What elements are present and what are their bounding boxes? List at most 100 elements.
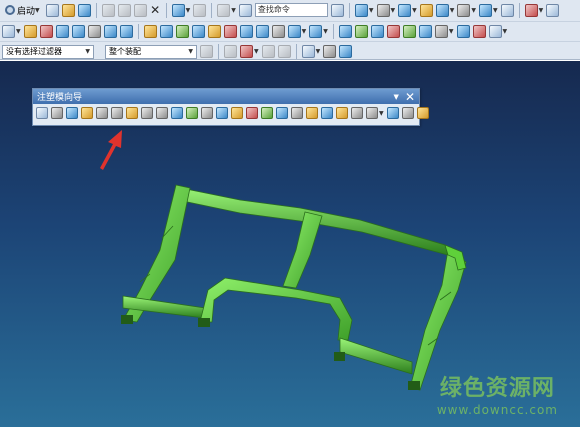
- chevron-down-icon[interactable]: ▼: [254, 48, 259, 55]
- standard-parts-icon[interactable]: [171, 107, 183, 119]
- exploded-view-icon[interactable]: [418, 25, 432, 38]
- undo-icon[interactable]: [171, 3, 185, 17]
- more-icon[interactable]: [488, 25, 502, 38]
- general-select-icon[interactable]: [200, 45, 213, 58]
- add-component-icon[interactable]: [354, 25, 368, 38]
- save-icon[interactable]: [77, 3, 91, 17]
- cube-view-icon[interactable]: [398, 3, 412, 17]
- chamfer-icon[interactable]: [159, 25, 173, 38]
- chevron-down-icon[interactable]: ▼: [503, 28, 508, 35]
- trim-body-icon[interactable]: [207, 25, 221, 38]
- constraint-icon[interactable]: [370, 25, 384, 38]
- chevron-down-icon[interactable]: ▼: [391, 7, 396, 14]
- chevron-down-icon[interactable]: ▼: [412, 7, 417, 14]
- extrude-icon[interactable]: [23, 25, 37, 38]
- assembly-icon[interactable]: [338, 25, 352, 38]
- chevron-down-icon[interactable]: ▼: [471, 7, 476, 14]
- workpiece-icon[interactable]: [96, 107, 108, 119]
- shell-icon[interactable]: [175, 25, 189, 38]
- display-icon[interactable]: [376, 3, 390, 17]
- command-finder-input[interactable]: 查找命令: [254, 3, 328, 17]
- touch-mode-icon[interactable]: [238, 3, 252, 17]
- pad-icon[interactable]: [119, 25, 133, 38]
- selection-scope-select[interactable]: 整个装配 ▼: [105, 44, 197, 59]
- sketch-icon[interactable]: [2, 25, 15, 38]
- mold-csys-icon[interactable]: [66, 107, 78, 119]
- view-manager-icon[interactable]: [366, 107, 378, 119]
- initialize-project-icon[interactable]: [36, 107, 48, 119]
- arrow-snap-icon[interactable]: [261, 45, 275, 58]
- cooling-icon[interactable]: [261, 107, 273, 119]
- close-icon[interactable]: ✕: [405, 90, 415, 104]
- chevron-down-icon[interactable]: ▼: [186, 7, 191, 14]
- slider-lifter-icon[interactable]: [201, 107, 213, 119]
- boss-icon[interactable]: [103, 25, 117, 38]
- chevron-down-icon[interactable]: ▼: [449, 28, 454, 35]
- edge-blend-icon[interactable]: [143, 25, 157, 38]
- cut-icon[interactable]: [101, 3, 115, 17]
- delete-file-icon[interactable]: [416, 107, 429, 119]
- measure-icon[interactable]: [456, 25, 470, 38]
- mold-wizard-toolbar[interactable]: 注塑模向导 ▼ ✕ ▼: [32, 88, 429, 126]
- snap-point-icon[interactable]: [240, 45, 253, 58]
- chevron-down-icon[interactable]: ▼: [16, 28, 21, 35]
- chevron-down-icon[interactable]: ▼: [316, 48, 321, 55]
- chevron-down-icon[interactable]: ▼: [231, 7, 236, 14]
- chevron-down-icon[interactable]: ▼: [369, 7, 374, 14]
- hole-icon[interactable]: [87, 25, 101, 38]
- gate-icon[interactable]: [231, 107, 243, 119]
- background-icon[interactable]: [457, 3, 471, 17]
- delete-icon[interactable]: ✕: [150, 3, 161, 17]
- cavity-layout-icon[interactable]: [111, 107, 123, 119]
- chevron-down-icon[interactable]: ▼: [450, 7, 455, 14]
- type-filter-select[interactable]: 没有选择过滤器 ▼: [2, 44, 94, 59]
- options-dropdown-icon[interactable]: ▼: [394, 93, 399, 101]
- shaded-icon[interactable]: [419, 3, 433, 17]
- mold-base-icon[interactable]: [156, 107, 168, 119]
- electrode-icon[interactable]: [276, 107, 288, 119]
- rectangle-select-icon[interactable]: [301, 45, 315, 58]
- revolve-icon[interactable]: [39, 25, 53, 38]
- search-icon[interactable]: [330, 3, 344, 17]
- mold-wizard-titlebar[interactable]: 注塑模向导 ▼ ✕: [33, 89, 419, 104]
- intersect-icon[interactable]: [255, 25, 269, 38]
- trim-mold-components-icon[interactable]: [291, 107, 303, 119]
- point-snap-icon[interactable]: [224, 45, 237, 58]
- unite-icon[interactable]: [223, 25, 237, 38]
- sub-insert-icon[interactable]: [216, 107, 228, 119]
- work-layer-icon[interactable]: [500, 3, 514, 17]
- casting-process-icon[interactable]: [351, 107, 363, 119]
- subtract-icon[interactable]: [239, 25, 253, 38]
- analysis-icon[interactable]: [472, 25, 486, 38]
- pocket-icon[interactable]: [306, 107, 318, 119]
- move-component-icon[interactable]: [386, 25, 400, 38]
- selection-icon[interactable]: [546, 3, 560, 17]
- runner-icon[interactable]: [246, 107, 258, 119]
- chevron-down-icon[interactable]: ▼: [539, 7, 544, 14]
- shrinkage-icon[interactable]: [81, 107, 93, 119]
- window-icon[interactable]: [354, 3, 368, 17]
- show-icon[interactable]: [339, 45, 353, 58]
- block-icon[interactable]: [55, 25, 69, 38]
- parting-tools-icon[interactable]: [141, 107, 153, 119]
- bill-of-materials-icon[interactable]: [321, 107, 333, 119]
- copy-icon[interactable]: [117, 3, 131, 17]
- chevron-down-icon[interactable]: ▼: [379, 110, 384, 117]
- quick-pick-icon[interactable]: [277, 45, 291, 58]
- chevron-down-icon[interactable]: ▼: [323, 28, 328, 35]
- new-file-icon[interactable]: [45, 3, 59, 17]
- mold-tools-icon[interactable]: [126, 107, 138, 119]
- chevron-down-icon[interactable]: ▼: [493, 7, 498, 14]
- ejector-pin-icon[interactable]: [186, 107, 198, 119]
- repeat-command-icon[interactable]: [217, 3, 231, 17]
- sync-modeling-icon[interactable]: [309, 25, 323, 38]
- chevron-down-icon[interactable]: ▼: [302, 28, 307, 35]
- green-frame-model[interactable]: [121, 184, 467, 391]
- draft-icon[interactable]: [191, 25, 205, 38]
- open-folder-icon[interactable]: [61, 3, 75, 17]
- mirror-assembly-icon[interactable]: [402, 25, 416, 38]
- snap-point-icon[interactable]: [524, 3, 538, 17]
- clearance-icon[interactable]: [434, 25, 448, 38]
- paste-icon[interactable]: [133, 3, 147, 17]
- start-menu-button[interactable]: 启动 ▼: [2, 2, 43, 18]
